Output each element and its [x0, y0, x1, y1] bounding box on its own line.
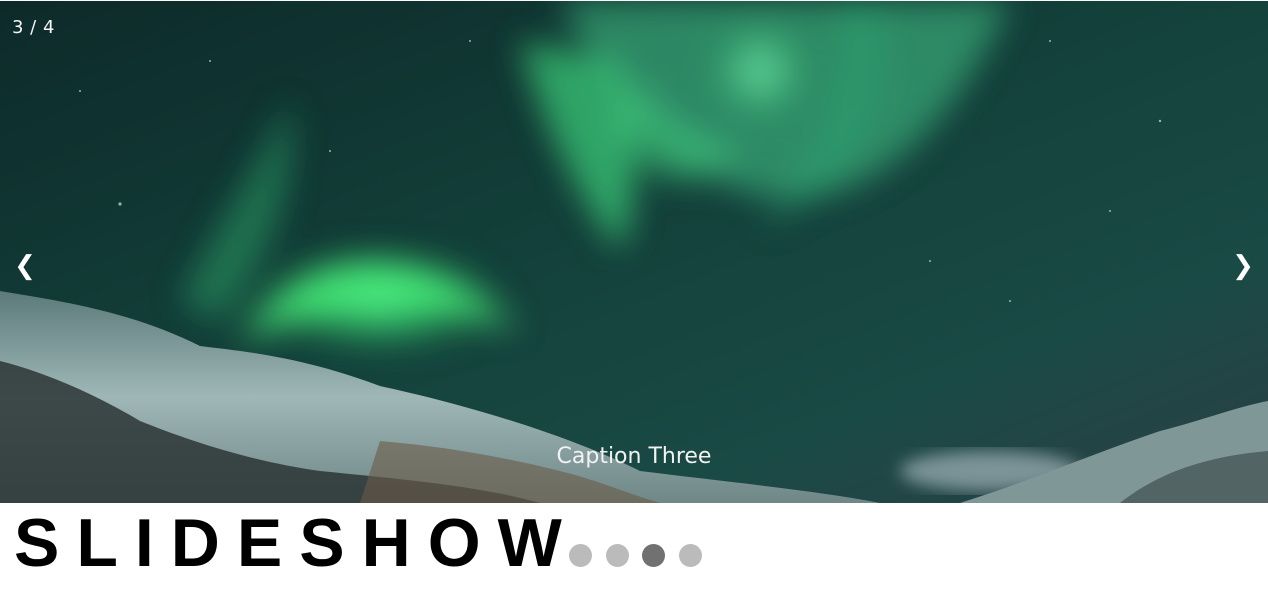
slide-image: [0, 1, 1268, 503]
slide-dot-2[interactable]: [606, 544, 629, 567]
chevron-left-icon: ❮: [14, 251, 36, 281]
chevron-right-icon: ❯: [1232, 251, 1254, 281]
next-button[interactable]: ❯: [1223, 244, 1263, 288]
footer: SLIDESHOW: [0, 503, 1268, 610]
slide-caption: Caption Three: [556, 444, 712, 469]
slide-counter: 3 / 4: [12, 17, 55, 38]
slide-dot-3[interactable]: [642, 544, 665, 567]
slide-dot-1[interactable]: [569, 544, 592, 567]
page-title: SLIDESHOW: [14, 505, 579, 581]
slideshow-container: 3 / 4 ❮ ❯ Caption Three: [0, 1, 1268, 503]
prev-button[interactable]: ❮: [5, 244, 45, 288]
slide-dot-4[interactable]: [679, 544, 702, 567]
